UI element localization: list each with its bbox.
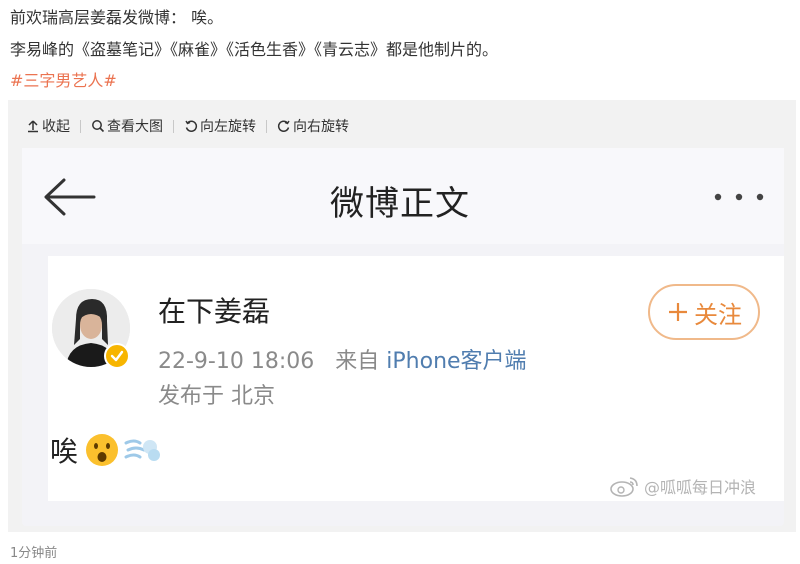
plus-icon bbox=[669, 303, 687, 321]
post-text-line2: 李易峰的《盗墓笔记》《麻雀》《活色生香》《青云志》都是他制片的。 bbox=[10, 40, 499, 59]
post-content-text: 唉 bbox=[50, 435, 79, 468]
more-dots-icon bbox=[714, 193, 764, 201]
post-meta: 22-9-10 18:06 来自 iPhone客户端 bbox=[158, 343, 527, 375]
weibo-logo-icon bbox=[610, 477, 638, 497]
rotate-left-button[interactable]: 向左旋转 bbox=[184, 116, 256, 136]
post-text-line1: 前欢瑞高层姜磊发微博： 唉。 bbox=[10, 8, 224, 27]
post-time: 22-9-10 18:06 bbox=[158, 349, 315, 374]
rotate-right-button[interactable]: 向右旋转 bbox=[277, 116, 349, 136]
toolbar-divider bbox=[80, 119, 81, 133]
username[interactable]: 在下姜磊 bbox=[158, 290, 270, 330]
post-timestamp[interactable]: 1分钟前 bbox=[10, 542, 57, 561]
magnify-icon bbox=[92, 120, 105, 133]
follow-button[interactable]: 关注 bbox=[648, 284, 760, 340]
toolbar-divider bbox=[266, 119, 267, 133]
hashtag-link[interactable]: #三字男艺人# bbox=[10, 67, 117, 91]
watermark: @呱呱每日冲浪 bbox=[610, 474, 756, 498]
weibo-header-title: 微博正文 bbox=[330, 184, 470, 224]
rotate-right-label: 向右旋转 bbox=[293, 119, 349, 135]
post-location: 发布于 北京 bbox=[158, 384, 275, 409]
follow-label: 关注 bbox=[694, 300, 742, 329]
watermark-text: @呱呱每日冲浪 bbox=[644, 478, 757, 497]
verified-badge-icon bbox=[104, 343, 130, 369]
rotate-left-label: 向左旋转 bbox=[200, 119, 256, 135]
source-prefix: 来自 bbox=[335, 349, 380, 374]
collapse-button[interactable]: 收起 bbox=[26, 116, 70, 136]
image-toolbar: 收起 查看大图 向左旋转 向右旋转 bbox=[26, 115, 349, 137]
toolbar-divider bbox=[173, 119, 174, 133]
surprised-face-icon bbox=[86, 434, 119, 466]
post-content: 唉 bbox=[50, 430, 162, 470]
dash-icon bbox=[124, 439, 161, 461]
view-large-label: 查看大图 bbox=[107, 119, 163, 135]
source-link[interactable]: iPhone客户端 bbox=[386, 349, 526, 374]
upload-icon bbox=[28, 120, 38, 133]
rotate-left-icon bbox=[185, 120, 198, 132]
rotate-right-icon bbox=[277, 120, 290, 132]
view-large-button[interactable]: 查看大图 bbox=[91, 116, 163, 136]
collapse-label: 收起 bbox=[42, 119, 70, 135]
